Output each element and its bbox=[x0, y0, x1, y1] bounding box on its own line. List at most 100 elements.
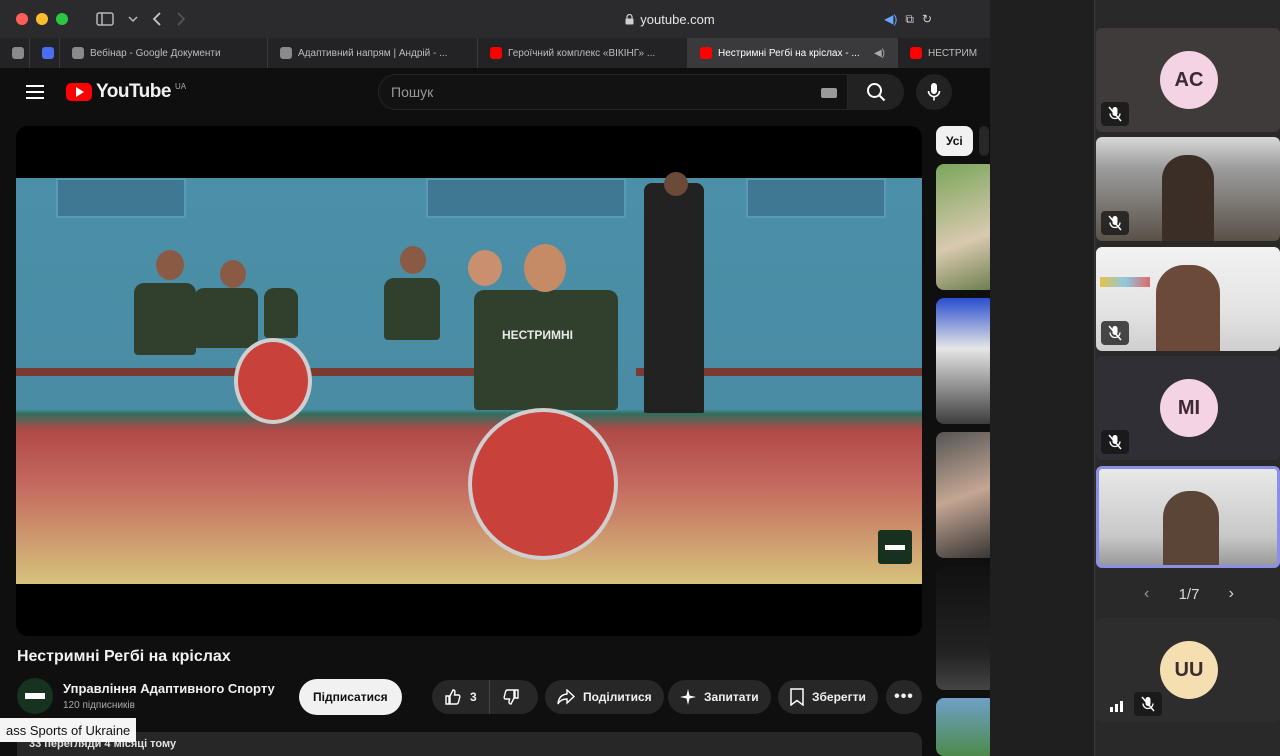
ask-label: Запитати bbox=[704, 690, 759, 704]
sidebar-icon[interactable] bbox=[96, 12, 114, 26]
main-player-head bbox=[524, 244, 566, 292]
participant-video-silhouette bbox=[1156, 265, 1220, 351]
translate-icon[interactable]: ⧉ bbox=[905, 12, 914, 27]
video-title: Нестримні Регбі на кріслах bbox=[17, 648, 231, 665]
close-window-button[interactable] bbox=[16, 13, 28, 25]
room-decoration bbox=[1100, 277, 1150, 287]
tab-favicon-icon bbox=[12, 47, 24, 59]
participant-tile-video-2[interactable] bbox=[1096, 247, 1280, 351]
participant-tile-uu[interactable]: UU bbox=[1096, 618, 1280, 722]
chip-next[interactable] bbox=[978, 126, 989, 156]
tab-label: Нестримні Регбі на кріслах - ... bbox=[718, 47, 860, 59]
participants-pager: ‹ 1/7 › bbox=[1144, 580, 1234, 608]
screen-share-margin bbox=[990, 0, 1094, 756]
mic-muted-icon bbox=[1101, 430, 1129, 454]
ask-button[interactable]: Запитати bbox=[668, 680, 771, 714]
youtube-favicon-icon bbox=[700, 47, 712, 59]
back-icon[interactable] bbox=[152, 12, 162, 26]
youtube-play-logo-icon bbox=[66, 83, 92, 101]
share-icon bbox=[557, 689, 575, 705]
microphone-icon bbox=[927, 83, 941, 101]
search-icon bbox=[867, 83, 886, 102]
channel-info: Управління Адаптивного Спорту 120 підпис… bbox=[17, 678, 275, 714]
chevron-down-icon[interactable] bbox=[128, 15, 138, 23]
tab-webinar-doc[interactable]: Вебінар - Google Документи bbox=[60, 38, 268, 68]
page-indicator: 1/7 bbox=[1178, 585, 1200, 603]
recommended-thumbnail[interactable] bbox=[936, 164, 990, 290]
minimize-window-button[interactable] bbox=[36, 13, 48, 25]
share-label: Поділитися bbox=[583, 690, 652, 704]
youtube-header: YouTube UA Пошук bbox=[0, 68, 990, 116]
mic-muted-icon bbox=[1101, 211, 1129, 235]
thumbs-down-icon bbox=[503, 689, 519, 705]
player-head bbox=[468, 250, 502, 286]
signal-strength-icon bbox=[1110, 701, 1123, 712]
audio-playing-icon[interactable]: ◀) bbox=[884, 12, 897, 27]
mic-muted-icon bbox=[1134, 692, 1162, 716]
referee-head bbox=[664, 172, 688, 196]
tab-viking[interactable]: Героїчний комплекс «ВІКІНГ» ... bbox=[478, 38, 688, 68]
tab-pinned-2[interactable] bbox=[30, 38, 60, 68]
like-count: 3 bbox=[470, 690, 477, 704]
search-input[interactable]: Пошук bbox=[378, 74, 848, 110]
recommended-thumbnail[interactable] bbox=[936, 698, 990, 756]
region-code: UA bbox=[174, 81, 187, 91]
recommended-thumbnail[interactable] bbox=[936, 566, 990, 690]
participant-tile-video-1[interactable] bbox=[1096, 137, 1280, 241]
previous-page-icon[interactable]: ‹ bbox=[1144, 585, 1149, 603]
voice-search-button[interactable] bbox=[916, 74, 952, 110]
like-dislike-group: 3 bbox=[432, 680, 538, 714]
participant-tile-mi[interactable]: MI bbox=[1096, 356, 1280, 460]
video-frame: НЕСТРИМНІ bbox=[16, 172, 922, 584]
main-wheelchair-wheel bbox=[468, 408, 618, 560]
more-actions-button[interactable]: ••• bbox=[886, 680, 922, 714]
caption-overlay: ass Sports of Ukraine bbox=[0, 718, 137, 742]
lock-icon bbox=[625, 13, 634, 24]
player-figure bbox=[194, 288, 258, 348]
keyboard-icon[interactable] bbox=[821, 88, 837, 98]
url-text: youtube.com bbox=[640, 11, 715, 27]
next-page-icon[interactable]: › bbox=[1229, 585, 1234, 603]
subscriber-count: 120 підписників bbox=[63, 700, 135, 711]
shared-browser-window: youtube.com ◀) ⧉ ↻ Вебінар - Google Доку… bbox=[0, 0, 990, 756]
referee-figure bbox=[644, 183, 704, 413]
video-player[interactable]: НЕСТРИМНІ bbox=[16, 126, 922, 636]
tab-nestrymni-2[interactable]: НЕСТРИМ bbox=[898, 38, 990, 68]
bookmark-icon bbox=[790, 688, 804, 706]
chip-all[interactable]: Усі bbox=[936, 126, 973, 156]
player-figure bbox=[134, 283, 196, 355]
save-button[interactable]: Зберегти bbox=[778, 680, 878, 714]
screen: youtube.com ◀) ⧉ ↻ Вебінар - Google Доку… bbox=[0, 0, 1280, 756]
menu-icon[interactable] bbox=[26, 85, 44, 99]
more-horizontal-icon: ••• bbox=[894, 688, 914, 705]
dislike-button[interactable] bbox=[490, 680, 532, 714]
recommended-thumbnail[interactable] bbox=[936, 432, 990, 558]
participant-tile-active-speaker[interactable] bbox=[1096, 466, 1280, 568]
youtube-logo[interactable]: YouTube UA bbox=[66, 81, 186, 103]
tab-nestrymni-active[interactable]: Нестримні Регбі на кріслах - ... ◀) bbox=[688, 38, 898, 68]
save-label: Зберегти bbox=[812, 690, 866, 704]
share-button[interactable]: Поділитися bbox=[545, 680, 664, 714]
channel-name[interactable]: Управління Адаптивного Спорту bbox=[63, 681, 275, 696]
tab-pinned-1[interactable] bbox=[0, 38, 30, 68]
participant-avatar: AC bbox=[1160, 51, 1218, 109]
tab-label: Вебінар - Google Документи bbox=[90, 47, 221, 59]
address-bar[interactable]: youtube.com ◀) ⧉ ↻ bbox=[400, 6, 940, 32]
tab-audio-icon[interactable]: ◀) bbox=[874, 48, 885, 59]
participant-tile-ac[interactable]: AC bbox=[1096, 28, 1280, 132]
thumbs-up-icon bbox=[445, 689, 461, 705]
reload-icon[interactable]: ↻ bbox=[922, 12, 932, 27]
subscribe-button[interactable]: Підписатися bbox=[299, 679, 402, 715]
tab-adaptive[interactable]: Адаптивний напрям | Андрій - ... bbox=[268, 38, 478, 68]
recommended-thumbnail[interactable] bbox=[936, 298, 990, 424]
wheelchair-wheel bbox=[234, 338, 312, 424]
like-button[interactable]: 3 bbox=[432, 680, 490, 714]
player-head bbox=[156, 250, 184, 280]
channel-avatar[interactable] bbox=[17, 678, 53, 714]
zoom-window-button[interactable] bbox=[56, 13, 68, 25]
search-button[interactable] bbox=[848, 74, 904, 110]
browser-nav bbox=[96, 12, 186, 26]
forward-icon[interactable] bbox=[176, 12, 186, 26]
description-box[interactable]: 33 перегляди 4 місяці тому bbox=[17, 732, 922, 756]
tab-favicon-icon bbox=[42, 47, 54, 59]
